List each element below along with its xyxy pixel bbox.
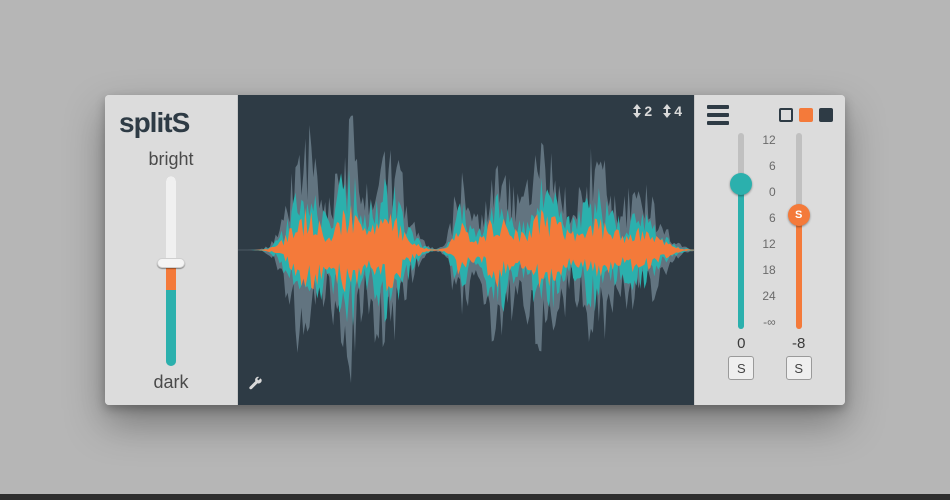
swatch-dark[interactable] — [819, 108, 833, 122]
waveform-toolbar: 2 4 — [632, 103, 682, 119]
scale-tick: 18 — [762, 263, 775, 277]
tone-slider-upper — [166, 176, 176, 263]
logo-text-b: S — [172, 107, 190, 138]
tone-slider[interactable] — [158, 176, 184, 366]
updown-arrows-icon — [632, 104, 642, 118]
zoom-control-a[interactable]: 2 — [632, 103, 652, 119]
scale-tick: 12 — [762, 237, 775, 251]
hamburger-icon — [707, 105, 729, 109]
wrench-icon — [248, 376, 264, 392]
fader-b-track[interactable]: S — [796, 133, 802, 329]
plugin-logo: splitS — [119, 107, 189, 139]
fader-section: 0 S 12 6 0 6 12 18 24 -∞ S -8 S — [695, 129, 845, 405]
fader-b: S -8 S — [786, 133, 812, 405]
plugin-window: splitS bright dark — [105, 95, 845, 405]
fader-a-value: 0 — [737, 335, 745, 352]
menu-button[interactable] — [707, 105, 729, 125]
scale-tick: 0 — [769, 185, 776, 199]
waveform-display — [238, 95, 694, 405]
solo-label: S — [737, 361, 746, 376]
zoom-a-value: 2 — [644, 103, 652, 119]
swatch-outline[interactable] — [779, 108, 793, 122]
scale-tick: 6 — [769, 159, 776, 173]
tone-label-bright: bright — [148, 149, 193, 170]
scale-tick: 6 — [769, 211, 776, 225]
fader-a-solo-button[interactable]: S — [728, 356, 754, 380]
left-panel: splitS bright dark — [105, 95, 238, 405]
tone-slider-lower — [166, 290, 176, 366]
tone-slider-thumb[interactable] — [157, 258, 185, 268]
zoom-control-b[interactable]: 4 — [662, 103, 682, 119]
settings-button[interactable] — [248, 376, 264, 397]
logo-text-a: split — [119, 107, 172, 138]
swatch-orange[interactable] — [799, 108, 813, 122]
fader-b-knob[interactable]: S — [788, 204, 810, 226]
solo-label: S — [794, 361, 803, 376]
fader-b-fill — [796, 215, 802, 329]
fader-b-solo-button[interactable]: S — [786, 356, 812, 380]
tone-label-dark: dark — [153, 372, 188, 393]
right-panel-header — [695, 95, 845, 129]
bottom-crop-bar — [0, 494, 950, 500]
fader-a-track[interactable] — [738, 133, 744, 329]
tone-slider-track — [166, 176, 176, 366]
app-background: splitS bright dark — [0, 0, 950, 500]
scale-tick: 12 — [762, 133, 775, 147]
fader-a-knob[interactable] — [730, 173, 752, 195]
right-panel: 0 S 12 6 0 6 12 18 24 -∞ S -8 S — [694, 95, 845, 405]
color-swatches — [779, 108, 833, 122]
scale-tick: 24 — [762, 289, 775, 303]
waveform-panel[interactable]: 2 4 — [238, 95, 694, 405]
fader-b-knob-label: S — [795, 209, 802, 221]
db-scale: 12 6 0 6 12 18 24 -∞ — [762, 133, 777, 329]
fader-a: 0 S — [728, 133, 754, 405]
zoom-b-value: 4 — [674, 103, 682, 119]
scale-tick: -∞ — [763, 315, 776, 329]
fader-b-value: -8 — [792, 335, 805, 352]
fader-a-fill — [738, 184, 744, 329]
updown-arrows-icon — [662, 104, 672, 118]
